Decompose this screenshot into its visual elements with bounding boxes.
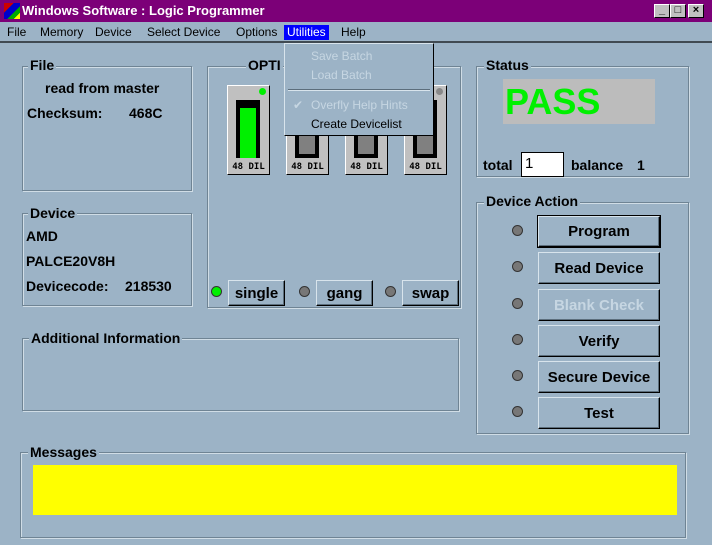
test-led bbox=[512, 406, 523, 417]
checksum-value: 468C bbox=[129, 105, 163, 121]
balance-value: 1 bbox=[637, 157, 645, 173]
menu-bar: File Memory Device Select Device Options… bbox=[0, 22, 712, 43]
menu-memory[interactable]: Memory bbox=[37, 25, 86, 40]
program-button[interactable]: Program bbox=[537, 215, 661, 248]
total-label: total bbox=[483, 157, 513, 173]
socket-label: 48 DIL bbox=[350, 162, 383, 172]
menu-item-save-batch[interactable]: Save Batch bbox=[311, 49, 372, 63]
single-led bbox=[211, 286, 222, 297]
socket-label: 48 DIL bbox=[232, 162, 265, 172]
menu-file[interactable]: File bbox=[4, 25, 29, 40]
device-legend: Device bbox=[28, 205, 78, 221]
messages-legend: Messages bbox=[28, 444, 99, 460]
app-icon bbox=[4, 3, 20, 19]
socket-label: 48 DIL bbox=[409, 162, 442, 172]
check-icon: ✔ bbox=[293, 98, 304, 112]
gang-led bbox=[299, 286, 310, 297]
checksum-label: Checksum: bbox=[27, 105, 103, 121]
read-device-led bbox=[512, 261, 523, 272]
swap-led bbox=[385, 286, 396, 297]
menu-select-device[interactable]: Select Device bbox=[144, 25, 223, 40]
menu-help[interactable]: Help bbox=[338, 25, 369, 40]
window-title: Windows Software : Logic Programmer bbox=[22, 3, 265, 18]
menu-device[interactable]: Device bbox=[92, 25, 135, 40]
menu-item-create-devicelist[interactable]: Create Devicelist bbox=[311, 117, 402, 131]
status-legend: Status bbox=[484, 57, 531, 73]
minimize-button[interactable]: _ bbox=[654, 4, 670, 18]
device-manufacturer: AMD bbox=[26, 228, 58, 244]
socket-1[interactable]: 48 DIL bbox=[227, 85, 270, 175]
device-action-legend: Device Action bbox=[484, 193, 581, 209]
device-part: PALCE20V8H bbox=[26, 253, 116, 269]
single-button[interactable]: single bbox=[228, 280, 285, 306]
balance-label: balance bbox=[571, 157, 624, 173]
secure-device-button[interactable]: Secure Device bbox=[538, 361, 660, 393]
total-input[interactable]: 1 bbox=[521, 152, 564, 177]
menu-utilities[interactable]: Utilities bbox=[284, 25, 329, 40]
menu-item-load-batch[interactable]: Load Batch bbox=[311, 68, 372, 82]
program-led bbox=[512, 225, 523, 236]
secure-device-led bbox=[512, 370, 523, 381]
file-source: read from master bbox=[45, 80, 160, 96]
blank-check-button[interactable]: Blank Check bbox=[538, 289, 660, 321]
menu-separator bbox=[288, 89, 430, 91]
utilities-dropdown: Save Batch Load Batch ✔ Overfly Help Hin… bbox=[284, 43, 434, 136]
gang-button[interactable]: gang bbox=[316, 280, 373, 306]
socket-led bbox=[259, 88, 266, 95]
devicecode-value: 218530 bbox=[125, 278, 172, 294]
options-legend: OPTI bbox=[246, 57, 283, 73]
file-legend: File bbox=[28, 57, 57, 73]
close-button[interactable]: × bbox=[688, 4, 704, 18]
status-result: PASS bbox=[503, 79, 655, 124]
swap-button[interactable]: swap bbox=[402, 280, 459, 306]
menu-options[interactable]: Options bbox=[233, 25, 280, 40]
chip bbox=[240, 108, 256, 158]
verify-led bbox=[512, 334, 523, 345]
messages-area bbox=[33, 465, 677, 515]
additional-info-group bbox=[22, 338, 459, 411]
socket-led bbox=[436, 88, 443, 95]
title-bar: Windows Software : Logic Programmer _ □ … bbox=[0, 0, 712, 22]
maximize-button[interactable]: □ bbox=[670, 4, 686, 18]
additional-info-legend: Additional Information bbox=[29, 330, 183, 346]
blank-check-led bbox=[512, 298, 523, 309]
test-button[interactable]: Test bbox=[538, 397, 660, 429]
read-device-button[interactable]: Read Device bbox=[538, 252, 660, 284]
devicecode-label: Devicecode: bbox=[26, 278, 109, 294]
socket-label: 48 DIL bbox=[291, 162, 324, 172]
verify-button[interactable]: Verify bbox=[538, 325, 660, 357]
menu-item-overfly-help-hints[interactable]: Overfly Help Hints bbox=[311, 98, 408, 112]
